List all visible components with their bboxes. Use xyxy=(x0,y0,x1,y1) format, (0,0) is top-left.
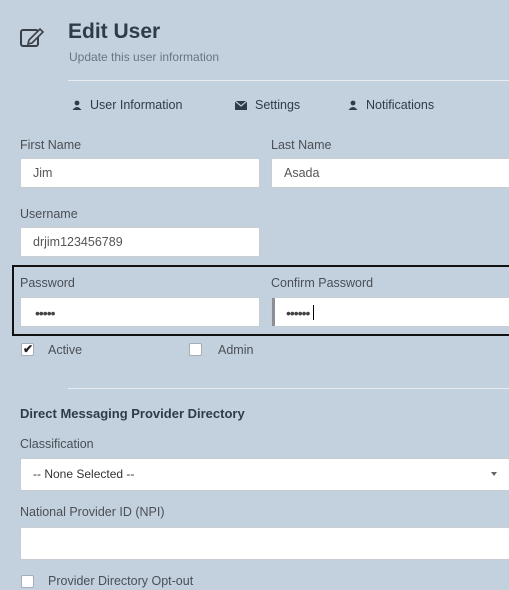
section-title: Direct Messaging Provider Directory xyxy=(20,406,245,421)
header-divider xyxy=(68,80,509,81)
tab-label: Notifications xyxy=(366,98,435,112)
tab-settings[interactable]: Settings xyxy=(235,98,300,112)
username-input[interactable] xyxy=(20,227,260,257)
first-name-label: First Name xyxy=(20,138,82,152)
edit-icon xyxy=(20,27,44,47)
active-checkbox[interactable]: ✔ xyxy=(21,342,34,356)
text-cursor xyxy=(313,305,314,320)
confirm-password-mask: •••••• xyxy=(286,305,310,321)
tab-label: User Information xyxy=(90,98,183,112)
section-divider xyxy=(68,388,509,389)
active-label: Active xyxy=(48,343,83,357)
confirm-password-label: Confirm Password xyxy=(271,276,374,290)
user-icon xyxy=(72,100,82,110)
password-mask: ••••• xyxy=(35,305,55,321)
password-label: Password xyxy=(20,276,75,290)
npi-label: National Provider ID (NPI) xyxy=(20,505,165,519)
opt-out-label: Provider Directory Opt-out xyxy=(48,574,194,588)
check-icon: ✔ xyxy=(23,342,34,356)
confirm-password-input[interactable]: •••••• xyxy=(271,297,509,327)
tab-bar: User Information Settings Notifications xyxy=(0,96,509,118)
tab-label: Settings xyxy=(255,98,301,112)
npi-input[interactable] xyxy=(20,527,509,560)
tab-notifications[interactable]: Notifications xyxy=(348,98,434,112)
password-input[interactable]: ••••• xyxy=(20,297,260,327)
classification-label: Classification xyxy=(20,437,94,451)
classification-selected-value: -- None Selected -- xyxy=(33,467,135,481)
page-header: Edit User Update this user information xyxy=(0,0,509,80)
classification-select[interactable]: -- None Selected -- xyxy=(20,458,509,491)
envelope-icon xyxy=(235,100,247,110)
page-title: Edit User xyxy=(68,20,161,43)
tab-user-information[interactable]: User Information xyxy=(72,98,182,112)
first-name-input[interactable] xyxy=(20,158,260,188)
page-subtitle: Update this user information xyxy=(69,50,220,64)
opt-out-checkbox[interactable] xyxy=(21,575,34,588)
admin-label: Admin xyxy=(218,343,254,357)
last-name-input[interactable] xyxy=(271,158,509,188)
user-icon xyxy=(348,100,358,110)
admin-checkbox[interactable] xyxy=(189,343,202,356)
focus-indicator xyxy=(272,298,275,326)
username-label: Username xyxy=(20,207,78,221)
chevron-down-icon xyxy=(491,472,497,476)
last-name-label: Last Name xyxy=(271,138,332,152)
